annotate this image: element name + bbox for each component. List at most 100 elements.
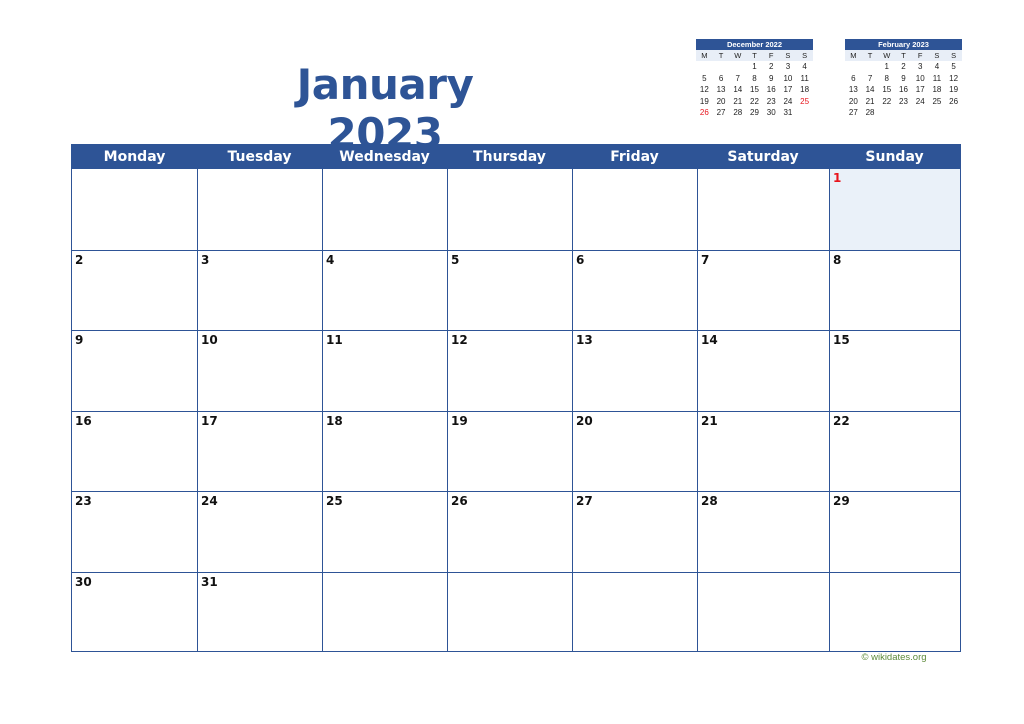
mini-weekday-label: S [945,50,962,61]
day-number: 6 [576,252,585,267]
day-number: 30 [75,574,92,589]
mini-day: 17 [783,85,793,94]
day-number: 10 [201,333,218,347]
weekday-header: Thursday [473,149,546,165]
empty-day-cell [697,572,829,652]
day-cell: 6 [572,250,697,330]
week-row: 1 [72,169,960,250]
mini-weekday-label: S [796,50,813,61]
mini-weekday-label: T [861,50,879,61]
empty-day-cell [572,572,697,652]
mini-day: 14 [733,85,743,94]
mini-day: 20 [848,96,858,106]
day-cell: 30 [72,573,197,653]
mini-day [796,107,813,119]
empty-day-cell [322,572,447,652]
mini-day: 19 [949,85,959,94]
mini-day: 12 [699,85,709,94]
copyright-footer: © wikidates.org [861,652,927,663]
mini-day: 23 [899,96,908,106]
day-cell: 27 [572,492,697,572]
day-number: 19 [451,413,468,428]
mini-day: 22 [882,96,892,106]
mini-day: 26 [949,96,959,106]
day-number: 25 [326,494,343,508]
day-number: 26 [451,494,468,508]
day-cell: 18 [322,411,447,491]
empty-day-cell [197,169,322,250]
week-row: 30 31 [72,571,960,653]
weekday-header: Tuesday [227,149,292,165]
mini-day: 21 [865,96,875,106]
weekday-header: Wednesday [339,149,430,165]
mini-day: 5 [702,73,707,83]
mini-day: 14 [865,85,875,94]
day-cell: 2 [72,251,197,331]
mini-day: 15 [750,85,759,94]
mini-weekday-label: T [895,50,912,61]
week-row: 16 17 18 19 20 21 22 [72,410,960,491]
mini-day: 25 [932,96,942,106]
day-number: 28 [701,494,718,508]
empty-day-cell [829,572,960,652]
mini-weekday-label: W [729,50,747,61]
mini-day: 1 [884,62,889,71]
month-calendar-grid: Monday Tuesday Wednesday Thursday Friday… [71,144,961,652]
mini-day: 28 [733,108,743,117]
day-number: 24 [201,494,218,508]
mini-day: 27 [848,108,858,117]
mini-day: 23 [766,96,776,106]
empty-day-cell [447,572,572,652]
mini-day: 30 [766,108,776,117]
day-cell: 28 [697,492,829,572]
empty-day-cell [572,169,697,250]
mini-weekday-label: T [746,50,763,61]
mini-day [862,61,879,73]
mini-weekday-label: T [712,50,730,61]
day-cell: 25 [322,492,447,572]
day-cell: 29 [829,492,960,572]
mini-calendar-next-month: February 2023 M T W T F S S 1 2 3 4 5 6 7 8 9 10 11 12 13 14… [845,39,962,119]
mini-calendar-title: February 2023 [845,39,962,50]
mini-day: 17 [915,85,925,94]
mini-day [895,107,912,119]
mini-day [729,61,746,73]
day-number: 13 [576,333,593,347]
day-number: 22 [833,413,850,428]
mini-day: 4 [802,62,807,71]
mini-day: 31 [783,108,793,117]
weekday-header: Monday [103,149,166,165]
day-number: 20 [576,413,593,428]
empty-day-cell [447,169,572,250]
day-number: 23 [75,494,92,508]
day-number: 7 [701,252,710,267]
day-cell: 1 [829,169,960,250]
mini-calendar-title: December 2022 [696,39,813,50]
mini-calendar-previous-month: December 2022 M T W T F S S 1 2 3 4 5 6 7 8 9 10 11 12 13 14… [696,39,813,119]
mini-calendar-grid: M T W T F S S 1 2 3 4 5 6 7 8 9 10 11 12 13 14 15 16 17 18 19 20 21… [696,50,813,119]
mini-day [713,61,730,73]
mini-day: 11 [932,73,942,83]
weekday-header: Saturday [727,149,799,165]
mini-day: 24 [783,96,793,106]
mini-day: 1 [752,62,757,71]
mini-weekday-label: W [878,50,896,61]
day-number: 14 [701,333,718,347]
mini-day [912,107,929,119]
day-cell: 14 [697,331,829,411]
day-number: 3 [201,252,210,267]
day-number: 29 [833,494,850,508]
mini-weekday-label: M [845,50,862,61]
mini-day: 26 [699,108,709,117]
mini-calendar-grid: M T W T F S S 1 2 3 4 5 6 7 8 9 10 11 12 13 14 15 16 17 18 19 20 21… [845,50,962,119]
mini-day: 29 [750,108,759,117]
mini-day: 6 [851,73,856,83]
mini-day: 19 [699,96,709,106]
calendar-body: 1 2 3 4 5 6 7 8 9 10 11 12 13 14 15 16 17 18 19 20 21 22 23 24 2… [72,169,960,652]
day-number: 31 [201,574,218,589]
mini-day: 7 [867,73,873,83]
day-number: 1 [833,171,842,185]
day-number: 2 [75,252,84,267]
day-cell: 10 [197,331,322,411]
day-cell: 31 [197,572,322,652]
